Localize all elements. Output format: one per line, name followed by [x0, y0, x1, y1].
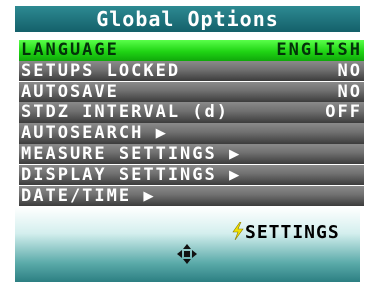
menu-item-label: AUTOSEARCH ▶ — [21, 123, 168, 144]
menu-item-label: LANGUAGE — [21, 40, 119, 60]
menu-item-label: AUTOSAVE — [21, 81, 119, 102]
menu-item-autosearch[interactable]: AUTOSEARCH ▶ — [19, 123, 364, 144]
menu-item-autosave[interactable]: AUTOSAVE NO — [19, 81, 364, 103]
menu-item-label: DISPLAY SETTINGS ▶ — [21, 164, 242, 185]
screen-title: Global Options — [15, 6, 360, 32]
navigation-pad-icon — [177, 244, 197, 264]
menu-item-label: SETUPS LOCKED — [21, 60, 181, 81]
settings-softkey[interactable]: SETTINGS — [233, 222, 340, 243]
menu-item-measure-settings[interactable]: MEASURE SETTINGS ▶ — [19, 143, 364, 165]
menu-item-value: NO — [337, 60, 362, 81]
menu-item-label: STDZ INTERVAL (d) — [21, 102, 229, 123]
menu-item-value: OFF — [325, 102, 362, 123]
menu-item-value: ENGLISH — [276, 40, 362, 60]
menu-item-label: MEASURE SETTINGS ▶ — [21, 143, 242, 164]
menu-item-value: NO — [337, 81, 362, 102]
menu-item-setups-locked[interactable]: SETUPS LOCKED NO — [19, 60, 364, 82]
menu-item-date-time[interactable]: DATE/TIME ▶ — [19, 185, 364, 207]
menu-item-language[interactable]: LANGUAGE ENGLISH — [19, 40, 364, 61]
menu-item-label: DATE/TIME ▶ — [21, 185, 156, 206]
options-menu: LANGUAGE ENGLISH SETUPS LOCKED NO AUTOSA… — [19, 40, 364, 207]
menu-item-display-settings[interactable]: DISPLAY SETTINGS ▶ — [19, 164, 364, 186]
settings-softkey-label: SETTINGS — [245, 222, 340, 243]
menu-item-stdz-interval[interactable]: STDZ INTERVAL (d) OFF — [19, 102, 364, 123]
device-screen: Global Options LANGUAGE ENGLISH SETUPS L… — [0, 0, 375, 286]
